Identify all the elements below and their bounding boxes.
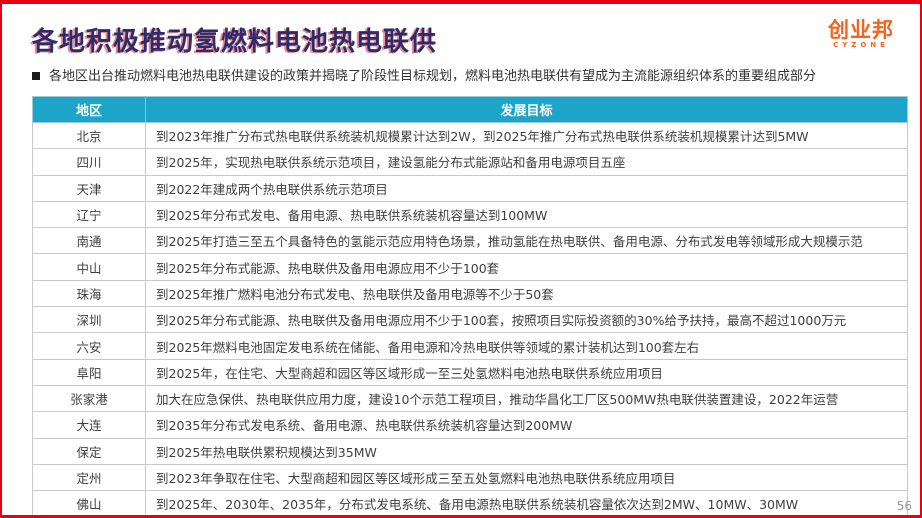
table-row: 珠海 到2025年推广燃料电池分布式发电、热电联供及备用电源等不少于50套 (33, 280, 908, 306)
region-cell: 大连 (33, 412, 146, 438)
table-row: 北京 到2023年推广分布式热电联供系统装机规模累计达到2W，到2025年推广分… (33, 123, 908, 149)
goal-cell: 到2025年分布式能源、热电联供及备用电源应用不少于100套 (146, 254, 908, 280)
column-header-goal: 发展目标 (146, 97, 908, 123)
goal-cell: 到2025年，实现热电联供系统示范项目，建设氢能分布式能源站和备用电源项目五座 (146, 149, 908, 175)
region-cell: 南通 (33, 228, 146, 254)
region-cell: 辽宁 (33, 201, 146, 227)
table-row: 定州 到2023年争取在住宅、大型商超和园区等区域形成三至五处氢燃料电池热电联供… (33, 464, 908, 490)
table-row: 保定 到2025年热电联供累积规模达到35MW (33, 438, 908, 464)
region-cell: 北京 (33, 123, 146, 149)
goal-cell: 到2025年分布式发电、备用电源、热电联供系统装机容量达到100MW (146, 201, 908, 227)
table-header-row: 地区 发展目标 (33, 97, 908, 123)
table-row: 佛山 到2025年、2030年、2035年，分布式发电系统、备用电源热电联供系统… (33, 491, 908, 517)
table-row: 深圳 到2025年分布式能源、热电联供及备用电源应用不少于100套，按照项目实际… (33, 307, 908, 333)
region-cell: 四川 (33, 149, 146, 175)
goal-cell: 到2023年推广分布式热电联供系统装机规模累计达到2W，到2025年推广分布式热… (146, 123, 908, 149)
goals-table-wrap: 地区 发展目标 北京 到2023年推广分布式热电联供系统装机规模累计达到2W，到… (32, 96, 908, 518)
logo-text: 创业邦 (818, 19, 904, 41)
goal-cell: 到2025年燃料电池固定发电系统在储能、备用电源和冷热电联供等领域的累计装机达到… (146, 333, 908, 359)
table-row: 张家港 加大在应急保供、热电联供应用力度，建设10个示范工程项目，推动华昌化工厂… (33, 385, 908, 411)
table-row: 六安 到2025年燃料电池固定发电系统在储能、备用电源和冷热电联供等领域的累计装… (33, 333, 908, 359)
table-row: 辽宁 到2025年分布式发电、备用电源、热电联供系统装机容量达到100MW (33, 201, 908, 227)
intro-bullet-line: 各地区出台推动燃料电池热电联供建设的政策并揭晓了阶段性目标规划，燃料电池热电联供… (32, 68, 900, 85)
intro-text: 各地区出台推动燃料电池热电联供建设的政策并揭晓了阶段性目标规划，燃料电池热电联供… (49, 68, 816, 85)
region-cell: 珠海 (33, 280, 146, 306)
region-cell: 保定 (33, 438, 146, 464)
goal-cell: 到2025年、2030年、2035年，分布式发电系统、备用电源热电联供系统装机容… (146, 491, 908, 517)
goal-cell: 到2025年热电联供累积规模达到35MW (146, 438, 908, 464)
region-cell: 阜阳 (33, 359, 146, 385)
goal-cell: 到2023年争取在住宅、大型商超和园区等区域形成三至五处氢燃料电池热电联供系统应… (146, 464, 908, 490)
region-cell: 六安 (33, 333, 146, 359)
region-cell: 张家港 (33, 385, 146, 411)
goal-cell: 加大在应急保供、热电联供应用力度，建设10个示范工程项目，推动华昌化工厂区500… (146, 385, 908, 411)
table-row: 南通 到2025年打造三至五个具备特色的氢能示范应用特色场景，推动氢能在热电联供… (33, 228, 908, 254)
page-title: 各地积极推动氢燃料电池热电联供 (32, 21, 437, 58)
bullet-square-icon (32, 72, 40, 80)
goal-cell: 到2025年打造三至五个具备特色的氢能示范应用特色场景，推动氢能在热电联供、备用… (146, 228, 908, 254)
table-row: 四川 到2025年，实现热电联供系统示范项目，建设氢能分布式能源站和备用电源项目… (33, 149, 908, 175)
logo-subtitle: CYZONE (818, 42, 904, 49)
region-cell: 佛山 (33, 491, 146, 517)
region-cell: 天津 (33, 175, 146, 201)
goal-cell: 到2022年建成两个热电联供系统示范项目 (146, 175, 908, 201)
region-cell: 定州 (33, 464, 146, 490)
table-row: 中山 到2025年分布式能源、热电联供及备用电源应用不少于100套 (33, 254, 908, 280)
slide: 各地积极推动氢燃料电池热电联供 创业邦 CYZONE 各地区出台推动燃料电池热电… (0, 0, 922, 518)
goals-table: 地区 发展目标 北京 到2023年推广分布式热电联供系统装机规模累计达到2W，到… (32, 96, 908, 518)
goal-cell: 到2025年分布式能源、热电联供及备用电源应用不少于100套，按照项目实际投资额… (146, 307, 908, 333)
page-number: 56 (897, 499, 912, 513)
column-header-region: 地区 (33, 97, 146, 123)
goal-cell: 到2025年，在住宅、大型商超和园区等区域形成一至三处氢燃料电池热电联供系统应用… (146, 359, 908, 385)
cyzone-logo: 创业邦 CYZONE (818, 19, 904, 49)
goal-cell: 到2035年分布式发电系统、备用电源、热电联供系统装机容量达到200MW (146, 412, 908, 438)
region-cell: 深圳 (33, 307, 146, 333)
table-row: 阜阳 到2025年，在住宅、大型商超和园区等区域形成一至三处氢燃料电池热电联供系… (33, 359, 908, 385)
table-row: 天津 到2022年建成两个热电联供系统示范项目 (33, 175, 908, 201)
region-cell: 中山 (33, 254, 146, 280)
table-row: 大连 到2035年分布式发电系统、备用电源、热电联供系统装机容量达到200MW (33, 412, 908, 438)
goal-cell: 到2025年推广燃料电池分布式发电、热电联供及备用电源等不少于50套 (146, 280, 908, 306)
